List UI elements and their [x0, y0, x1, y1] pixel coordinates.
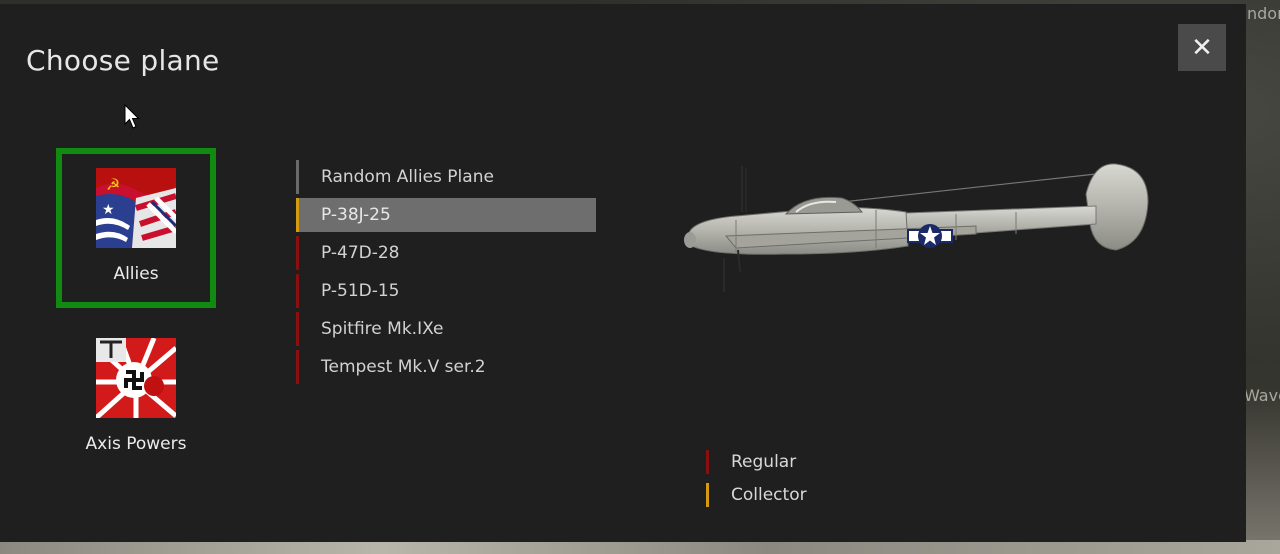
- background-text-wave: Wave: [1244, 386, 1280, 405]
- close-icon: ✕: [1191, 32, 1213, 63]
- axis-flag-icon: [96, 338, 176, 418]
- dialog-title: Choose plane: [26, 44, 220, 77]
- plane-item-spitfire-mk9e[interactable]: Spitfire Mk.IXe: [296, 312, 596, 346]
- background-map-strip: [0, 540, 1280, 554]
- legend-collector-bar: [706, 483, 709, 507]
- faction-axis[interactable]: Axis Powers: [56, 318, 216, 478]
- legend-regular-label: Regular: [731, 452, 797, 472]
- tier-bar-regular: [296, 236, 299, 270]
- tier-bar-random: [296, 160, 299, 194]
- plane-item-label: P-38J-25: [321, 205, 391, 225]
- tier-bar-collector: [296, 198, 299, 232]
- allies-flag-icon: ☭ ★: [96, 168, 176, 248]
- mouse-cursor-icon: [124, 103, 140, 134]
- plane-item-p51d-15[interactable]: P-51D-15: [296, 274, 596, 308]
- plane-item-label: P-47D-28: [321, 243, 400, 263]
- tier-bar-regular: [296, 274, 299, 308]
- plane-item-p47d-28[interactable]: P-47D-28: [296, 236, 596, 270]
- plane-item-label: Random Allies Plane: [321, 167, 494, 187]
- faction-allies[interactable]: ☭ ★ Allies: [56, 148, 216, 308]
- choose-plane-dialog: Choose plane ✕ ☭ ★ Allies Axis Powers Ra…: [0, 4, 1246, 542]
- close-button[interactable]: ✕: [1178, 24, 1226, 71]
- tier-bar-regular: [296, 350, 299, 384]
- svg-text:★: ★: [102, 202, 115, 218]
- plane-item-tempest-mk5[interactable]: Tempest Mk.V ser.2: [296, 350, 596, 384]
- legend-collector-label: Collector: [731, 485, 807, 505]
- faction-axis-label: Axis Powers: [85, 434, 187, 454]
- tier-bar-regular: [296, 312, 299, 346]
- faction-allies-label: Allies: [113, 264, 159, 284]
- plane-item-label: Spitfire Mk.IXe: [321, 319, 444, 339]
- svg-text:☭: ☭: [106, 175, 120, 194]
- background-text-random: ndom: [1247, 4, 1280, 23]
- plane-item-label: Tempest Mk.V ser.2: [321, 357, 486, 377]
- plane-preview-image: [676, 154, 1156, 298]
- legend-regular-bar: [706, 450, 709, 474]
- plane-item-random[interactable]: Random Allies Plane: [296, 160, 596, 194]
- plane-item-label: P-51D-15: [321, 281, 400, 301]
- plane-list: Random Allies Plane P-38J-25 P-47D-28 P-…: [296, 160, 596, 388]
- plane-item-p38j-25[interactable]: P-38J-25: [296, 198, 596, 232]
